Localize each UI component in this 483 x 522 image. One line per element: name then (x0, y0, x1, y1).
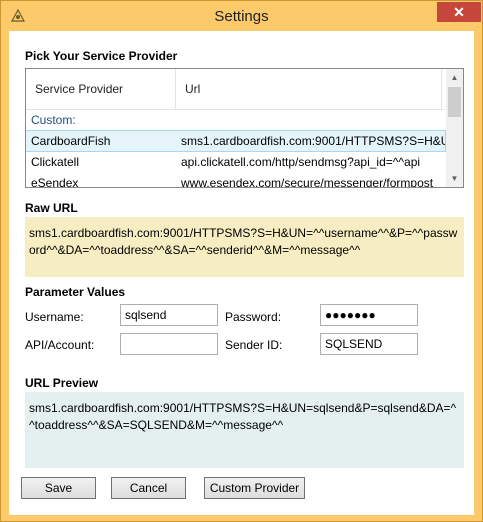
close-icon: ✕ (453, 4, 465, 20)
custom-provider-button[interactable]: Custom Provider (204, 477, 305, 499)
api-account-label: API/Account: (25, 338, 95, 352)
close-button[interactable]: ✕ (437, 2, 481, 22)
username-label: Username: (25, 310, 84, 324)
list-item-name: CardboardFish (31, 134, 111, 148)
list-item-url: api.clickatell.com/http/sendmsg?api_id=^… (181, 155, 421, 169)
raw-url-text: sms1.cardboardfish.com:9001/HTTPSMS?S=H&… (25, 217, 464, 277)
url-preview-text: sms1.cardboardfish.com:9001/HTTPSMS?S=H&… (25, 392, 464, 468)
password-label: Password: (225, 310, 282, 324)
window-title: Settings (214, 8, 269, 25)
column-url[interactable]: Url (176, 69, 442, 109)
sender-id-input[interactable] (320, 333, 418, 355)
provider-heading: Pick Your Service Provider (25, 49, 178, 63)
list-item-name: Clickatell (31, 155, 80, 169)
sender-id-label: Sender ID: (225, 338, 283, 352)
cancel-button[interactable]: Cancel (111, 477, 186, 499)
scroll-up-icon[interactable]: ▲ (446, 69, 463, 86)
parameters-heading: Parameter Values (25, 285, 126, 299)
provider-list[interactable]: Service Provider Url Custom: CardboardFi… (25, 68, 464, 188)
scroll-down-icon[interactable]: ▼ (446, 170, 463, 187)
raw-url-heading: Raw URL (25, 201, 78, 215)
settings-window: Settings ✕ Pick Your Service Provider Se… (0, 0, 483, 522)
title-bar: Settings ✕ (1, 1, 482, 31)
list-item-name: eSendex (31, 176, 79, 188)
list-item-cardboardfish[interactable]: CardboardFish sms1.cardboardfish.com:900… (26, 130, 446, 152)
list-item-clickatell[interactable]: Clickatell api.clickatell.com/http/sendm… (26, 152, 445, 172)
list-item-name: Custom: (31, 113, 76, 127)
list-item-esendex[interactable]: eSendex www.esendex.com/secure/messenger… (26, 173, 445, 188)
list-item-url: www.esendex.com/secure/messenger/formpos… (181, 176, 434, 188)
preview-heading: URL Preview (25, 376, 99, 390)
password-input[interactable] (320, 304, 418, 326)
api-account-input[interactable] (120, 333, 218, 355)
username-input[interactable] (120, 304, 218, 326)
provider-list-scrollbar[interactable]: ▲ ▼ (446, 69, 463, 187)
save-button[interactable]: Save (21, 477, 96, 499)
scrollbar-thumb[interactable] (448, 87, 461, 117)
client-area: Pick Your Service Provider Service Provi… (9, 31, 474, 515)
provider-list-header: Service Provider Url (26, 69, 445, 110)
list-item-url: sms1.cardboardfish.com:9001/HTTPSMS?S=H&… (181, 134, 445, 148)
list-item-custom[interactable]: Custom: (26, 110, 445, 130)
column-service-provider[interactable]: Service Provider (26, 69, 176, 109)
